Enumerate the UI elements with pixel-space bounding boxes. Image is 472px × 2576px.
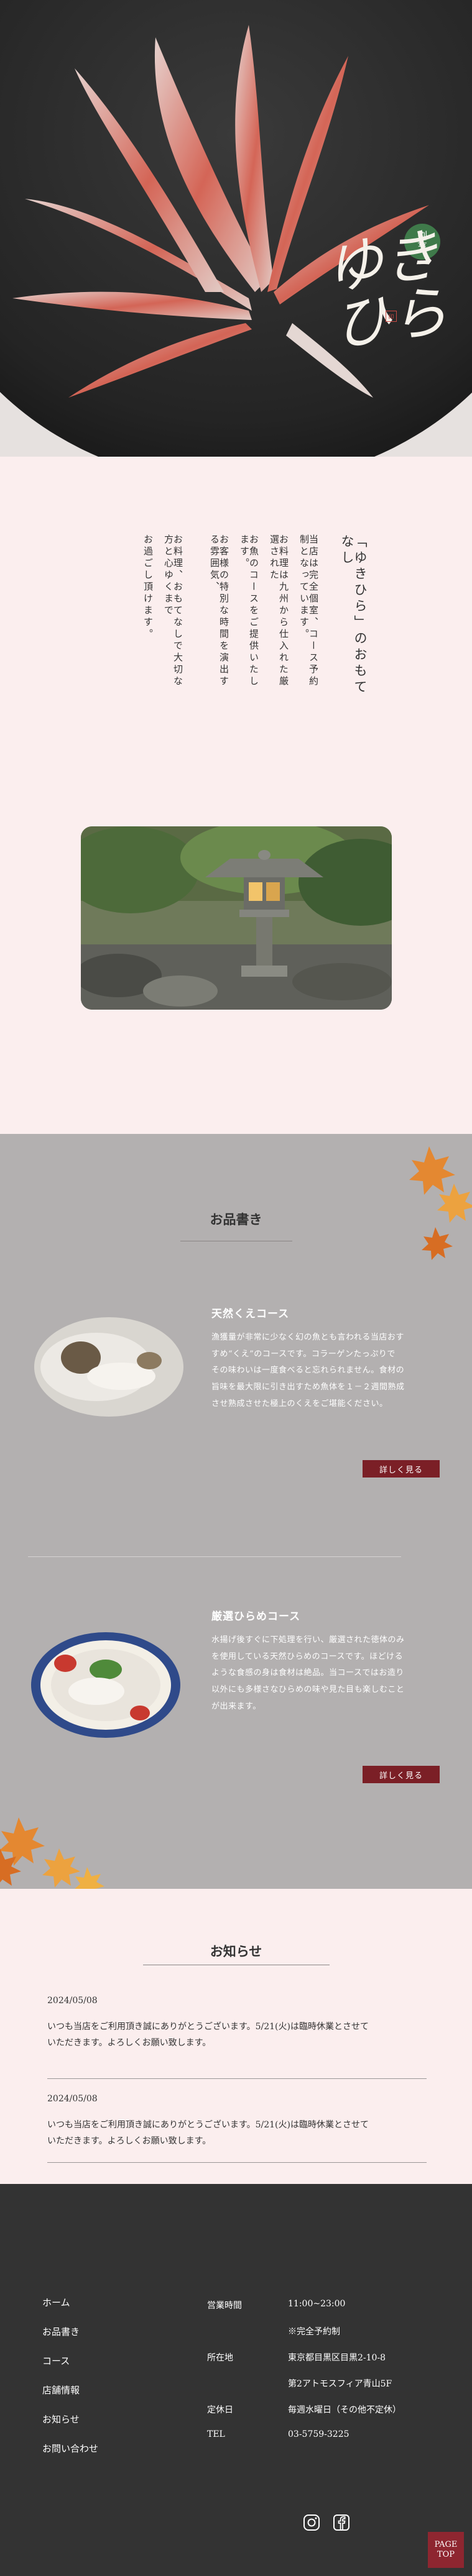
hero-section: 割 烹 ゆきひら 印 <box>0 0 472 457</box>
hours-value: 11:00~23:00 <box>288 2299 346 2309</box>
intro-line: お過ごし頂けます。 <box>142 534 154 641</box>
course-detail-button[interactable]: 詳しく見る <box>363 1766 440 1783</box>
page-top-label-1: PAGE <box>434 2539 458 2549</box>
course-divider <box>28 1556 401 1557</box>
instagram-icon[interactable] <box>302 2513 321 2532</box>
news-divider <box>47 2162 427 2163</box>
intro-line: お料理は九州から仕入れた厳選された <box>269 534 289 688</box>
hirame-dish-image <box>28 1626 190 1744</box>
news-divider <box>47 2078 427 2079</box>
news-date: 2024/05/08 <box>47 2094 98 2104</box>
course-description-line: すめ“くえ”のコースです。コラーゲンたっぷりで <box>211 1349 396 1359</box>
site-footer: ホーム お品書き コース 店舗情報 お知らせ お問い合わせ 営業時間 11:00… <box>0 2184 472 2576</box>
news-title: お知らせ <box>210 1943 262 1959</box>
tel-label: TEL <box>207 2429 225 2439</box>
intro-title: 「ゆきひら」のおもてなし <box>340 534 368 696</box>
intro-line: お魚のコースをご提供いたします。 <box>239 534 259 688</box>
news-text-line: いただきます。よろしくお願い致します。 <box>47 2037 211 2048</box>
news-section: お知らせ 2024/05/08 いつも当店をご利用頂き誠にありがとうございます。… <box>0 1889 472 2184</box>
course-description-line: が出来ます。 <box>211 1701 261 1711</box>
footer-nav-news[interactable]: お知らせ <box>42 2413 98 2426</box>
tel-value[interactable]: 03-5759-3225 <box>288 2429 349 2439</box>
course-description-line: を使用している天然ひらめのコースです。ほどける <box>211 1651 404 1661</box>
closed-label: 定休日 <box>207 2405 233 2415</box>
address-label: 所在地 <box>207 2353 233 2363</box>
closed-value: 毎週水曜日（その他不定休） <box>288 2405 401 2415</box>
intro-section: 「ゆきひら」のおもてなし 当店は完全個室、コース予約制となっています。 お料理は… <box>0 457 472 1134</box>
news-text-line: いつも当店をご利用頂き誠にありがとうございます。5/21(火)は臨時休業とさせて <box>47 2022 369 2032</box>
address-line1: 東京都目黒区目黒2-10-8 <box>288 2353 386 2363</box>
restaurant-logo: 割 烹 ゆきひら 印 <box>322 205 452 360</box>
news-text-line: いただきます。よろしくお願い致します。 <box>47 2135 211 2146</box>
course-description-line: 以外にも多様さなひらめの味や見た目も楽しむこと <box>211 1684 405 1694</box>
course-description-line: その味わいは一度食べると忘れられません。食材の <box>211 1366 405 1376</box>
logo-seal: 印 <box>386 311 397 322</box>
course-description: 水揚げ後すぐに下処理を行い、厳選された徳体のみ を使用している天然ひらめのコース… <box>211 1632 445 1715</box>
menu-title: お品書き <box>210 1212 262 1227</box>
course-name: 厳選ひらめコース <box>211 1610 301 1623</box>
news-date: 2024/05/08 <box>47 1996 98 2006</box>
news-text-line: いつも当店をご利用頂き誠にありがとうございます。5/21(火)は臨時休業とさせて <box>47 2120 369 2130</box>
intro-line: お客様の特別な時間を演出する雰囲気、 <box>209 534 229 688</box>
footer-nav: ホーム お品書き コース 店舗情報 お知らせ お問い合わせ <box>42 2296 98 2471</box>
course-name: 天然くえコース <box>211 1308 290 1320</box>
footer-nav-contact[interactable]: お問い合わせ <box>42 2442 98 2455</box>
intro-line: お料理、おもてなしで大切な方と心ゆくまで <box>163 534 183 688</box>
footer-nav-course[interactable]: コース <box>42 2354 98 2367</box>
logo-script-text: ゆきひら <box>322 221 452 360</box>
kue-dish-image <box>28 1305 190 1423</box>
course-description: 漁獲量が非常に少なく幻の魚とも言われる当店おす すめ“くえ”のコースです。コラー… <box>211 1330 445 1412</box>
intro-line: 当店は完全個室、コース予約制となっています。 <box>298 534 319 688</box>
page-top-label-2: TOP <box>437 2550 455 2559</box>
news-item[interactable]: 2024/05/08 いつも当店をご利用頂き誠にありがとうございます。5/21(… <box>47 1996 427 2052</box>
footer-nav-menu[interactable]: お品書き <box>42 2325 98 2338</box>
news-text: いつも当店をご利用頂き誠にありがとうございます。5/21(火)は臨時休業とさせて… <box>47 2019 427 2052</box>
course-description-line: ような食感の身は食材は絶品。当コースではお造り <box>211 1668 404 1678</box>
footer-nav-shop-info[interactable]: 店舗情報 <box>42 2383 98 2396</box>
page-top-button[interactable]: PAGE TOP <box>428 2532 464 2568</box>
course-description-line: 水揚げ後すぐに下処理を行い、厳選された徳体のみ <box>211 1635 405 1645</box>
news-text: いつも当店をご利用頂き誠にありがとうございます。5/21(火)は臨時休業とさせて… <box>47 2117 427 2150</box>
footer-nav-home[interactable]: ホーム <box>42 2296 98 2309</box>
course-description-line: 漁獲量が非常に少なく幻の魚とも言われる当店おす <box>211 1333 404 1342</box>
intro-vertical-text: 「ゆきひら」のおもてなし 当店は完全個室、コース予約制となっています。 お料理は… <box>132 534 368 696</box>
course-detail-button[interactable]: 詳しく見る <box>363 1460 440 1478</box>
facebook-icon[interactable] <box>332 2513 351 2532</box>
garden-lantern-image <box>81 826 392 1010</box>
course-description-line: 旨味を最大限に引き出すため魚体を１－２週間熟成 <box>211 1382 405 1392</box>
menu-section: お品書き 天然くえコース 漁獲量が非常に少なく幻の魚とも言われる当店おす すめ“… <box>0 1134 472 1889</box>
course-description-line: させ熟成させた極上のくえをご堪能ください。 <box>211 1399 388 1409</box>
address-line2: 第2アトモスフィア青山5F <box>288 2379 392 2389</box>
news-item[interactable]: 2024/05/08 いつも当店をご利用頂き誠にありがとうございます。5/21(… <box>47 2094 427 2150</box>
reservation-note: ※完全予約制 <box>288 2327 340 2337</box>
hours-label: 営業時間 <box>207 2301 242 2311</box>
